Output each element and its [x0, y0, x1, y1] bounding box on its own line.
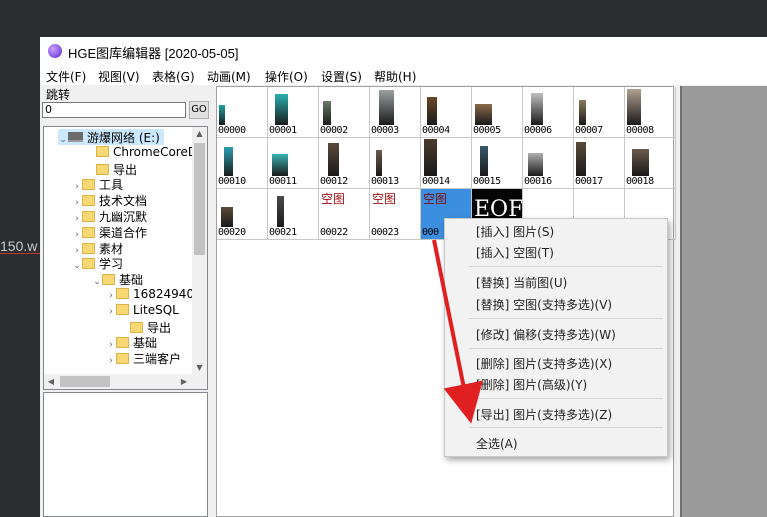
annotation-arrow: [432, 239, 483, 424]
red-arrow-line: [432, 239, 483, 424]
